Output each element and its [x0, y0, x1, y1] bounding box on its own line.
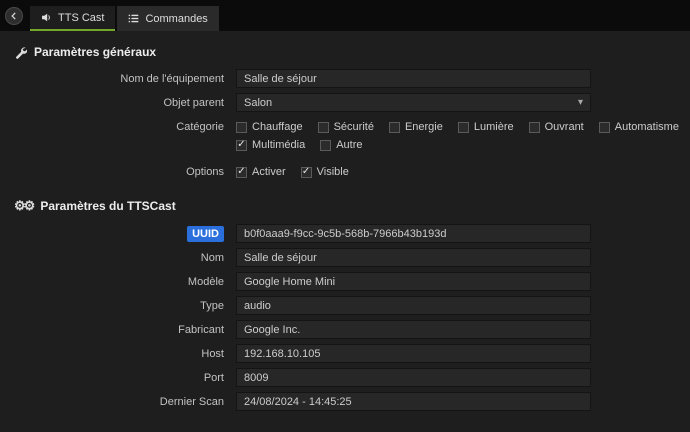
checkbox-box [318, 122, 329, 133]
checkbox-label: Autre [336, 139, 362, 151]
checkbox-activer[interactable]: Activer [236, 166, 286, 178]
row-objet-parent: Objet parent Salon ▾ [12, 93, 690, 112]
checkbox-label: Automatisme [615, 121, 679, 133]
tab-label: Commandes [145, 13, 207, 25]
checkbox-ouvrant[interactable]: Ouvrant [529, 121, 584, 133]
checkbox-label: Energie [405, 121, 443, 133]
back-button[interactable] [5, 7, 23, 25]
topbar: TTS Cast Commandes [0, 0, 690, 31]
checkbox-lumiere[interactable]: Lumière [458, 121, 514, 133]
checkbox-box [236, 140, 247, 151]
field-label-fabricant: Fabricant [12, 320, 236, 336]
fabricant-input[interactable] [236, 320, 591, 339]
list-icon [128, 13, 139, 24]
nom-input[interactable] [236, 248, 591, 267]
row-host: Host [12, 344, 690, 363]
checkbox-chauffage[interactable]: Chauffage [236, 121, 303, 133]
tab-label: TTS Cast [58, 12, 104, 24]
checkbox-box [458, 122, 469, 133]
checkbox-autre[interactable]: Autre [320, 139, 362, 151]
wrench-icon [14, 46, 27, 59]
field-label-nom: Nom [12, 248, 236, 264]
uuid-badge: UUID [187, 226, 224, 242]
checkbox-box [236, 167, 247, 178]
field-label-options: Options [12, 162, 236, 178]
checkbox-visible[interactable]: Visible [301, 166, 349, 178]
speaker-icon [41, 12, 52, 23]
chevron-left-icon [9, 11, 19, 21]
checkbox-label: Sécurité [334, 121, 374, 133]
type-input[interactable] [236, 296, 591, 315]
checkbox-securite[interactable]: Sécurité [318, 121, 374, 133]
field-label-objet-parent: Objet parent [12, 93, 236, 109]
checkbox-label: Ouvrant [545, 121, 584, 133]
categorie-row-2: Multimédia Autre [236, 139, 591, 151]
field-label-modele: Modèle [12, 272, 236, 288]
checkbox-label: Chauffage [252, 121, 303, 133]
row-uuid: UUID [12, 224, 690, 243]
checkbox-automatisme[interactable]: Automatisme [599, 121, 679, 133]
field-label-port: Port [12, 368, 236, 384]
chevron-down-icon: ▾ [578, 97, 583, 108]
section-title-text: Paramètres généraux [34, 45, 156, 59]
field-label-host: Host [12, 344, 236, 360]
checkbox-energie[interactable]: Energie [389, 121, 443, 133]
checkbox-box [301, 167, 312, 178]
row-categorie: Catégorie Chauffage Sécurité Energie Lum… [12, 117, 690, 157]
checkbox-label: Visible [317, 166, 349, 178]
row-port: Port [12, 368, 690, 387]
categorie-row-1: Chauffage Sécurité Energie Lumière Ouvra… [236, 117, 591, 133]
checkbox-box [599, 122, 610, 133]
checkbox-box [236, 122, 247, 133]
row-options: Options Activer Visible [12, 162, 690, 180]
gears-icon: ⚙⚙ [14, 198, 33, 214]
host-input[interactable] [236, 344, 591, 363]
tab-bar: TTS Cast Commandes [30, 6, 219, 31]
uuid-input[interactable] [236, 224, 591, 243]
options-row: Activer Visible [236, 162, 591, 178]
checkbox-box [389, 122, 400, 133]
row-modele: Modèle [12, 272, 690, 291]
checkbox-multimedia[interactable]: Multimédia [236, 139, 305, 151]
section-title-text: Paramètres du TTSCast [40, 199, 175, 213]
checkbox-label: Lumière [474, 121, 514, 133]
field-label-type: Type [12, 296, 236, 312]
modele-input[interactable] [236, 272, 591, 291]
nom-equipement-input[interactable] [236, 69, 591, 88]
field-label-categorie: Catégorie [12, 117, 236, 133]
row-nom-equipement: Nom de l'équipement [12, 69, 690, 88]
tab-commandes[interactable]: Commandes [117, 6, 218, 31]
row-fabricant: Fabricant [12, 320, 690, 339]
section-title-parametres-generaux: Paramètres généraux [14, 45, 690, 59]
row-nom: Nom [12, 248, 690, 267]
checkbox-box [320, 140, 331, 151]
dernier-scan-input[interactable] [236, 392, 591, 411]
checkbox-label: Multimédia [252, 139, 305, 151]
checkbox-box [529, 122, 540, 133]
row-dernier-scan: Dernier Scan [12, 392, 690, 411]
field-label-nom-equipement: Nom de l'équipement [12, 69, 236, 85]
checkbox-label: Activer [252, 166, 286, 178]
objet-parent-select[interactable]: Salon ▾ [236, 93, 591, 112]
field-label-dernier-scan: Dernier Scan [12, 392, 236, 408]
main-content: Paramètres généraux Nom de l'équipement … [0, 31, 690, 411]
objet-parent-selected-value: Salon [244, 97, 272, 109]
port-input[interactable] [236, 368, 591, 387]
section-title-parametres-ttscast: ⚙⚙ Paramètres du TTSCast [14, 198, 690, 214]
tab-tts-cast[interactable]: TTS Cast [30, 6, 115, 31]
field-label-uuid: UUID [12, 224, 236, 240]
row-type: Type [12, 296, 690, 315]
